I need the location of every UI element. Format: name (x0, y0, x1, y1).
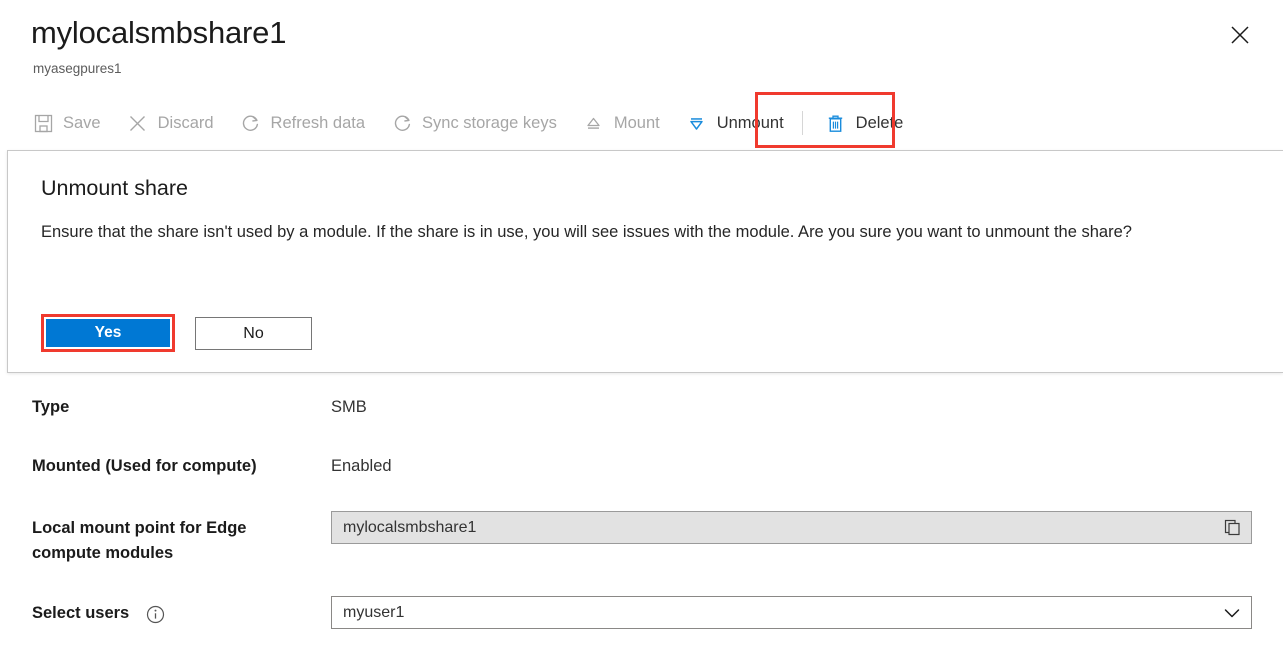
panel-header: mylocalsmbshare1 myasegpures1 (0, 0, 1283, 96)
mount-point-label: Local mount point for Edge compute modul… (32, 516, 302, 566)
mounted-value: Enabled (331, 454, 392, 479)
command-bar: Save Discard Refresh data (0, 98, 1283, 148)
select-users-value: myuser1 (343, 603, 1221, 623)
sync-storage-keys-label: Sync storage keys (422, 113, 557, 133)
type-value: SMB (331, 395, 367, 420)
refresh-data-button[interactable]: Refresh data (240, 106, 365, 140)
chevron-down-icon[interactable] (1221, 602, 1243, 624)
sync-icon (391, 112, 413, 134)
type-label: Type (32, 395, 322, 420)
confirm-button-wrapper: Yes (41, 314, 175, 352)
info-icon[interactable] (146, 605, 165, 624)
cancel-no-button[interactable]: No (195, 317, 312, 350)
mount-label: Mount (614, 113, 660, 133)
eject-down-icon (686, 112, 708, 134)
close-icon (1229, 24, 1251, 46)
page-subtitle: myasegpures1 (33, 60, 122, 78)
select-users-dropdown[interactable]: myuser1 (331, 596, 1252, 629)
mount-button[interactable]: Mount (583, 106, 660, 140)
unmount-confirmation-dialog: Unmount share Ensure that the share isn'… (7, 150, 1283, 373)
discard-x-icon (127, 112, 149, 134)
unmount-button[interactable]: Unmount (686, 106, 784, 140)
close-button[interactable] (1225, 20, 1255, 50)
command-separator (802, 111, 803, 135)
select-users-label: Select users (32, 601, 322, 626)
save-floppy-icon (32, 112, 54, 134)
refresh-data-label: Refresh data (271, 113, 365, 133)
dialog-actions: Yes No (41, 314, 312, 352)
unmount-label: Unmount (717, 113, 784, 133)
mount-point-value: mylocalsmbshare1 (343, 518, 1221, 538)
mounted-label: Mounted (Used for compute) (32, 454, 322, 479)
save-label: Save (63, 113, 101, 133)
dialog-title: Unmount share (41, 174, 188, 202)
eject-up-icon (583, 112, 605, 134)
dialog-message: Ensure that the share isn't used by a mo… (41, 219, 1231, 246)
refresh-icon (240, 112, 262, 134)
save-button[interactable]: Save (32, 106, 101, 140)
trash-icon (825, 112, 847, 134)
confirm-yes-button[interactable]: Yes (46, 319, 170, 347)
delete-label: Delete (856, 113, 904, 133)
mount-point-input[interactable]: mylocalsmbshare1 (331, 511, 1252, 544)
copy-icon[interactable] (1221, 517, 1243, 539)
sync-storage-keys-button[interactable]: Sync storage keys (391, 106, 557, 140)
discard-label: Discard (158, 113, 214, 133)
page-title: mylocalsmbshare1 (31, 13, 286, 53)
share-properties-panel: mylocalsmbshare1 myasegpures1 Save (0, 0, 1283, 650)
delete-button[interactable]: Delete (825, 106, 904, 140)
discard-button[interactable]: Discard (127, 106, 214, 140)
